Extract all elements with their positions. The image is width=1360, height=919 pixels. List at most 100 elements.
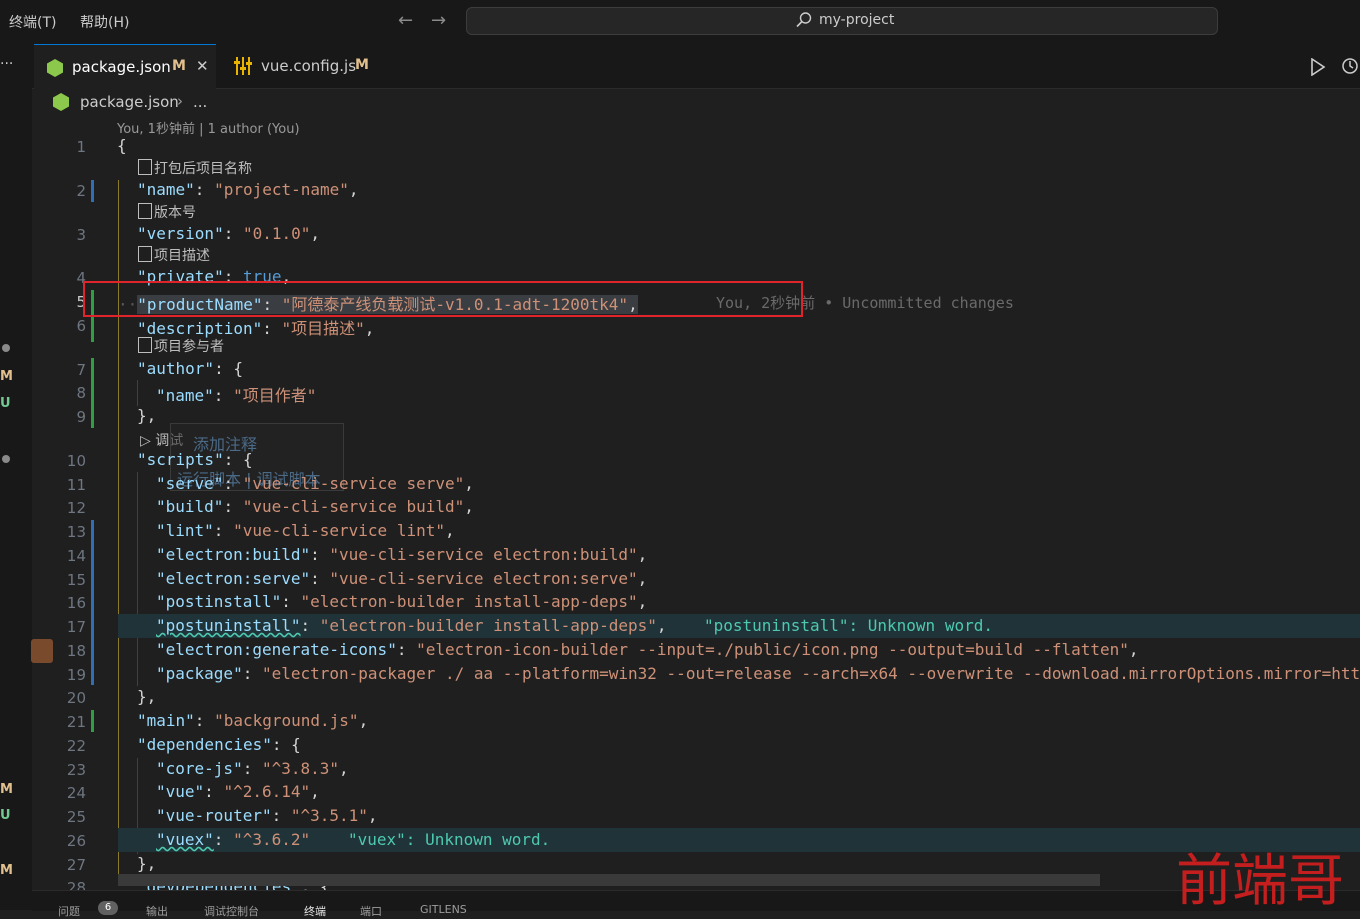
indent-guide [137, 472, 138, 686]
breadcrumb-file[interactable]: package.json [80, 93, 179, 111]
brace-token: }, [137, 687, 157, 706]
chevron-right-icon: › [177, 92, 183, 110]
code-line: }, [137, 687, 156, 706]
problems-count-badge: 6 [98, 901, 118, 915]
activity-bar: ··· M U M U M [0, 44, 32, 910]
code-line: }, [137, 406, 156, 425]
code-line: }, [137, 854, 156, 873]
line-number: 23 [66, 761, 86, 779]
scm-status-m: M [0, 782, 13, 797]
json-value: "项目描述" [281, 319, 365, 338]
horizontal-scrollbar[interactable] [118, 874, 1100, 886]
json-value: "0.1.0" [242, 224, 311, 243]
line-number: 16 [66, 594, 86, 612]
search-icon [796, 12, 812, 28]
line-number: 26 [66, 832, 86, 850]
json-key: "package" [156, 664, 243, 683]
json-key: "electron:build" [156, 545, 311, 564]
codelens-comment[interactable]: 项目参与者 [138, 336, 224, 356]
tab-label: package.json [72, 58, 171, 76]
codelens-text: 打包后项目名称 [154, 161, 252, 177]
json-key: "vue-router" [156, 806, 272, 825]
git-added-bar [91, 358, 94, 428]
nodejs-hexagon-icon [53, 93, 69, 111]
line-number: 21 [66, 713, 86, 731]
code-line: "build": "vue-cli-service build", [156, 497, 474, 516]
bottom-panel-tabs: 问题 6 输出 调试控制台 终端 端口 GITLENS [32, 890, 1360, 918]
scm-status-m: M [0, 369, 13, 384]
codelens-comment[interactable]: 项目描述 [138, 245, 210, 265]
code-line: "electron:generate-icons": "electron-ico… [156, 640, 1139, 659]
timeline-history-icon[interactable] [1341, 57, 1359, 75]
tab-problems[interactable]: 问题 [58, 903, 80, 919]
scm-status-u: U [0, 396, 11, 411]
nodejs-hexagon-icon [47, 59, 63, 77]
line-number: 2 [76, 182, 86, 200]
json-value: "vue-cli-service serve" [242, 474, 465, 493]
menu-help[interactable]: 帮助(H) [80, 12, 129, 32]
more-icon[interactable]: ··· [0, 56, 13, 72]
line-number: 3 [76, 226, 86, 244]
author-avatar [31, 639, 53, 663]
breadcrumb-more[interactable]: ... [193, 93, 207, 111]
json-key: "main" [137, 711, 195, 730]
brace-token: { [117, 136, 127, 155]
code-line: "name": "项目作者" [156, 386, 317, 405]
tab-vue-config[interactable]: vue.config.js M [218, 44, 398, 88]
line-number: 1 [76, 138, 86, 156]
tab-output[interactable]: 输出 [146, 903, 168, 919]
code-line: "core-js": "^3.8.3", [156, 759, 349, 778]
json-value: "electron-builder install-app-deps" [319, 616, 657, 635]
code-line: "version": "0.1.0", [137, 224, 321, 243]
json-key: "serve" [156, 474, 224, 493]
line-number: 22 [66, 737, 86, 755]
run-icon[interactable] [1310, 58, 1326, 76]
inline-spell-warning: "vuex": Unknown word. [348, 830, 551, 849]
git-blame-codelens[interactable]: You, 1秒钟前 | 1 author (You) [117, 118, 300, 137]
tab-ports[interactable]: 端口 [360, 903, 382, 919]
json-value: "vue-cli-service electron:serve" [329, 569, 638, 588]
code-line: "lint": "vue-cli-service lint", [156, 521, 455, 540]
line-number: 17 [66, 618, 86, 636]
json-key: "build" [156, 497, 224, 516]
scm-status-m: M [0, 863, 13, 878]
tab-label: vue.config.js [261, 57, 357, 75]
json-value: "electron-packager ./ aa --platform=win3… [261, 664, 1360, 683]
codelens-text: 项目描述 [154, 248, 210, 264]
codelens-text: 项目参与者 [154, 339, 224, 355]
line-number: 24 [66, 784, 86, 802]
line-number: 15 [66, 571, 86, 589]
json-value: "background.js" [214, 711, 359, 730]
line-number: 19 [66, 666, 86, 684]
forward-arrow-icon[interactable]: → [431, 10, 446, 31]
tab-terminal[interactable]: 终端 [304, 903, 326, 919]
tab-package-json[interactable]: package.json M ✕ [34, 44, 216, 89]
json-key: "postuninstall" [156, 616, 301, 635]
git-modified-bar [91, 520, 94, 685]
code-line: "postinstall": "electron-builder install… [156, 592, 648, 611]
scm-dot-icon [2, 455, 10, 463]
play-icon: ▷ [140, 433, 156, 449]
line-number: 4 [76, 269, 86, 287]
json-value: "project-name" [214, 180, 349, 199]
code-line: "name": "project-name", [137, 180, 359, 199]
scm-dot-icon [2, 344, 10, 352]
tab-debug-console[interactable]: 调试控制台 [204, 903, 259, 919]
annotation-highlight-box [83, 281, 803, 317]
close-icon[interactable]: ✕ [196, 57, 209, 75]
code-line: "postuninstall": "electron-builder insta… [156, 616, 667, 635]
json-key: "dependencies" [137, 735, 272, 754]
json-value: "^3.6.2" [233, 830, 311, 849]
comment-icon [138, 203, 152, 219]
comment-icon [138, 337, 152, 353]
command-center-text: my-project [819, 12, 895, 28]
codelens-comment[interactable]: 打包后项目名称 [138, 158, 252, 178]
json-key: "vue" [156, 782, 205, 801]
menu-terminal[interactable]: 终端(T) [9, 12, 56, 32]
codelens-comment[interactable]: 版本号 [138, 202, 196, 222]
command-center[interactable]: my-project [466, 7, 1218, 35]
json-key: "vuex" [156, 830, 214, 849]
json-key: "scripts" [137, 450, 224, 469]
back-arrow-icon[interactable]: ← [398, 10, 413, 31]
line-number: 25 [66, 808, 86, 826]
